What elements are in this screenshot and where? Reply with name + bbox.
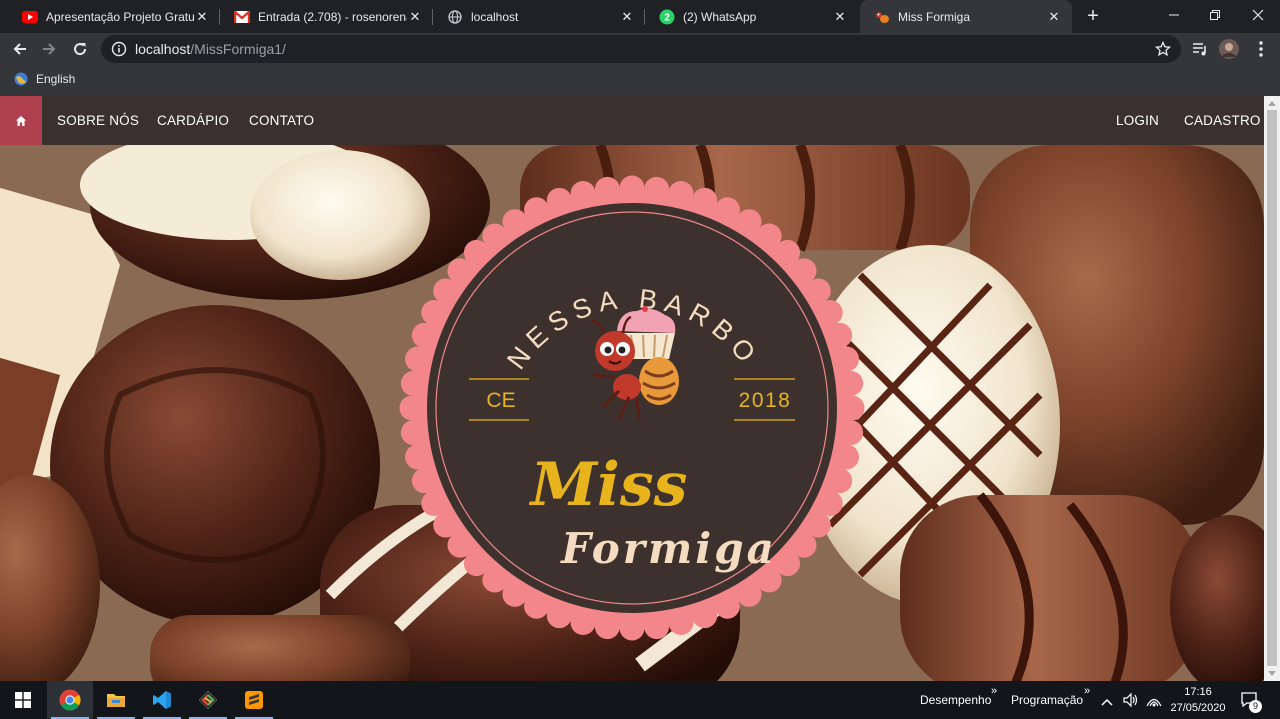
scroll-down-arrow[interactable] [1268,671,1276,676]
miss-formiga-logo: VANESSA BARBOSA CE 2018 [399,175,865,641]
home-icon [16,115,26,126]
media-queue-icon[interactable] [1190,39,1210,59]
svg-text:2: 2 [664,12,670,23]
gmail-icon [234,9,250,25]
restore-icon[interactable] [1193,0,1237,30]
home-button[interactable] [0,96,42,145]
address-bar[interactable]: localhost/MissFormiga1/ [101,35,1181,63]
web-page: SOBRE NÓS CARDÁPIO CONTATO LOGIN CADASTR… [0,96,1264,681]
profile-avatar[interactable] [1219,39,1239,59]
browser-tab[interactable]: 2 (2) WhatsApp ✕ [645,0,858,33]
vscode-icon[interactable] [139,681,185,719]
wifi-icon[interactable] [1146,693,1162,712]
browser-toolbar: localhost/MissFormiga1/ [0,33,1280,65]
logo-word-miss: Miss [529,450,688,520]
clock-date: 27/05/2020 [1170,702,1226,714]
close-window-icon[interactable] [1236,0,1280,30]
page-scrollbar[interactable] [1264,96,1280,681]
tab-title: Miss Formiga [898,9,971,24]
windows-start-icon[interactable] [0,681,46,719]
nav-sobre-nos[interactable]: SOBRE NÓS [57,113,139,128]
forward-icon[interactable] [37,37,61,61]
clock-time: 17:16 [1184,686,1212,698]
close-tab-icon[interactable]: ✕ [832,9,848,25]
globe-flag-icon [14,72,28,86]
close-tab-icon[interactable]: ✕ [407,9,423,25]
new-tab-button[interactable]: + [1082,5,1104,27]
scroll-up-arrow[interactable] [1268,101,1276,106]
info-icon[interactable] [111,41,127,57]
notification-icon[interactable]: 9 [1240,690,1262,715]
nav-login[interactable]: LOGIN [1116,113,1159,128]
whatsapp-icon: 2 [659,9,675,25]
close-tab-icon[interactable]: ✕ [1046,9,1062,25]
bookmark-star-icon[interactable] [1155,41,1171,57]
nav-cadastro[interactable]: CADASTRO [1184,113,1261,128]
logo-word-formiga: Formiga [560,524,777,573]
youtube-icon [22,9,38,25]
tab-title: localhost [471,9,519,24]
system-clock[interactable]: 17:16 27/05/2020 [1166,684,1230,716]
chrome-icon[interactable] [47,681,93,719]
menu-kebab-icon[interactable] [1251,39,1271,59]
ant-icon [874,9,890,25]
tab-title: Entrada (2.708) - rosenorenato [258,9,407,24]
browser-tab-active[interactable]: Miss Formiga ✕ [860,0,1072,33]
close-tab-icon[interactable]: ✕ [194,9,210,25]
notification-count: 9 [1249,700,1262,713]
logo-left-tag: CE [486,389,515,412]
tab-title: (2) WhatsApp [683,9,757,24]
site-navbar: SOBRE NÓS CARDÁPIO CONTATO LOGIN CADASTR… [0,96,1264,145]
volume-icon[interactable] [1122,692,1138,713]
sublime-icon[interactable] [231,681,277,719]
bookmark-label: English [36,72,76,86]
browser-tab[interactable]: Apresentação Projeto Gratuito ✕ [8,0,220,33]
file-explorer-icon[interactable] [93,681,139,719]
globe-icon [447,9,463,25]
tray-desempenho[interactable]: Desempenho [920,693,991,707]
url-text: localhost/MissFormiga1/ [135,41,286,57]
back-icon[interactable] [8,37,32,61]
browser-tab[interactable]: Entrada (2.708) - rosenorenato ✕ [220,0,433,33]
tray-programacao[interactable]: Programação [1011,693,1083,707]
bookmarks-bar: English [0,65,1280,96]
nav-cardapio[interactable]: CARDÁPIO [157,113,229,128]
logo-right-tag: 2018 [739,389,792,412]
minimize-icon[interactable] [1152,0,1196,30]
hero-banner: VANESSA BARBOSA CE 2018 [0,145,1264,681]
reload-icon[interactable] [68,37,92,61]
nav-contato[interactable]: CONTATO [249,113,314,128]
tab-title: Apresentação Projeto Gratuito [46,9,194,24]
git-icon[interactable] [185,681,231,719]
close-tab-icon[interactable]: ✕ [619,9,635,25]
browser-tab-strip: Apresentação Projeto Gratuito ✕ Entrada … [0,0,1280,33]
scroll-thumb[interactable] [1267,110,1277,666]
browser-tab[interactable]: localhost ✕ [433,0,645,33]
windows-taskbar: Desempenho » Programação » 17:16 27/05/2… [0,681,1280,719]
bookmark-english[interactable]: English [14,72,75,86]
chevron-up-icon[interactable] [1101,694,1113,712]
